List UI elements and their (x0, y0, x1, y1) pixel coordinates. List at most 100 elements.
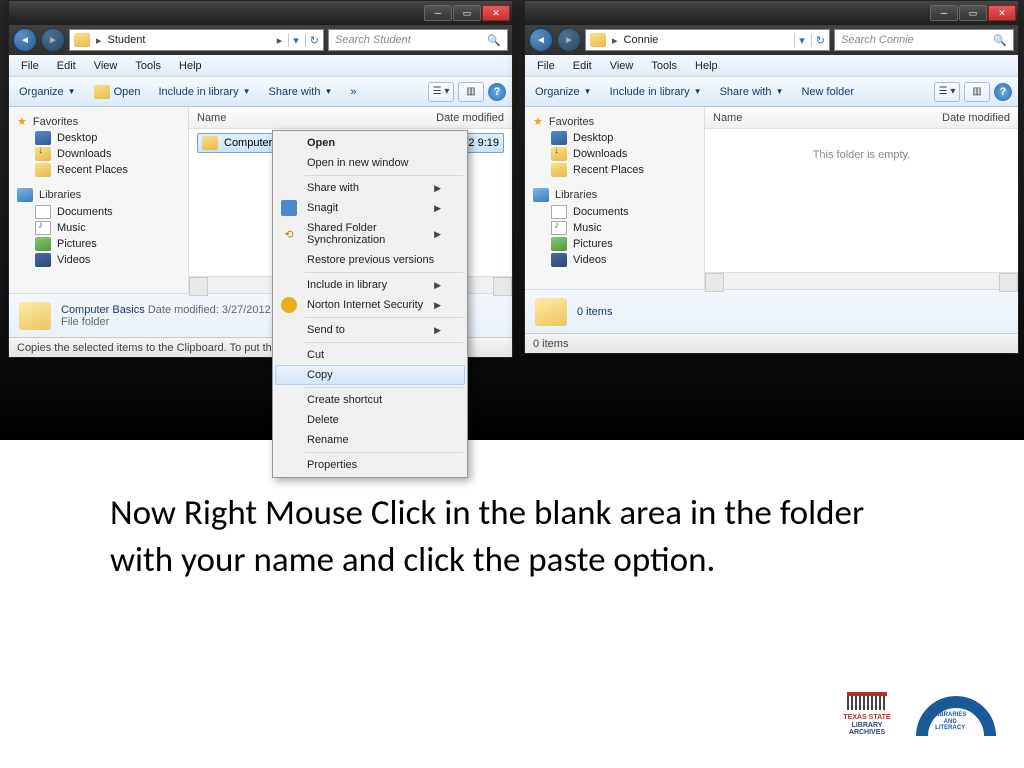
menu-tools[interactable]: Tools (643, 58, 685, 74)
file-list-pane[interactable]: Name Date modified This folder is empty. (705, 107, 1018, 289)
context-snagit[interactable]: Snagit▶ (275, 198, 465, 218)
column-headers[interactable]: Name Date modified (705, 107, 1018, 129)
instruction-text: Now Right Mouse Click in the blank area … (110, 490, 914, 585)
context-menu: Open Open in new window Share with▶ Snag… (272, 130, 468, 478)
horizontal-scrollbar[interactable] (705, 272, 1018, 289)
sidebar-favorites-header[interactable]: ★Favorites (17, 113, 180, 130)
context-include-library[interactable]: Include in library▶ (275, 275, 465, 295)
minimize-button[interactable]: ─ (424, 5, 452, 21)
toolbar-overflow[interactable]: » (346, 84, 360, 100)
address-bar[interactable]: ▸ Student ▸ ▾ ↻ (69, 29, 324, 51)
breadcrumb-arrow-icon[interactable]: ▸ (277, 34, 283, 47)
titlebar[interactable]: ─ ▭ ✕ (9, 1, 512, 25)
search-icon: 🔍 (993, 34, 1007, 47)
context-open[interactable]: Open (275, 133, 465, 153)
context-copy[interactable]: Copy (275, 365, 465, 385)
context-share-with[interactable]: Share with▶ (275, 178, 465, 198)
context-norton[interactable]: Norton Internet Security▶ (275, 295, 465, 315)
view-mode-button[interactable]: ☰ ▾ (428, 82, 454, 102)
back-button[interactable]: ◄ (529, 28, 553, 52)
column-date[interactable]: Date modified (910, 112, 1010, 124)
sidebar-item-downloads[interactable]: Downloads (533, 146, 696, 162)
sidebar-item-documents[interactable]: Documents (17, 204, 180, 220)
open-icon (94, 85, 110, 99)
recent-icon (551, 163, 567, 177)
sidebar-item-downloads[interactable]: Downloads (17, 146, 180, 162)
status-text: Copies the selected items to the Clipboa… (17, 342, 299, 354)
sidebar-item-desktop[interactable]: Desktop (533, 130, 696, 146)
sidebar-item-documents[interactable]: Documents (533, 204, 696, 220)
nav-sidebar: ★Favorites Desktop Downloads Recent Plac… (525, 107, 705, 289)
menu-help[interactable]: Help (687, 58, 726, 74)
menu-view[interactable]: View (602, 58, 642, 74)
maximize-button[interactable]: ▭ (453, 5, 481, 21)
context-properties[interactable]: Properties (275, 455, 465, 475)
menu-edit[interactable]: Edit (49, 58, 84, 74)
maximize-button[interactable]: ▭ (959, 5, 987, 21)
column-name[interactable]: Name (713, 112, 910, 124)
sidebar-item-videos[interactable]: Videos (17, 252, 180, 268)
close-button[interactable]: ✕ (988, 5, 1016, 21)
include-library-button[interactable]: Include in library ▼ (606, 84, 706, 100)
sidebar-item-desktop[interactable]: Desktop (17, 130, 180, 146)
context-open-new-window[interactable]: Open in new window (275, 153, 465, 173)
menu-view[interactable]: View (86, 58, 126, 74)
preview-pane-button[interactable]: ▥ (458, 82, 484, 102)
include-library-button[interactable]: Include in library ▼ (154, 84, 254, 100)
preview-pane-button[interactable]: ▥ (964, 82, 990, 102)
sidebar-item-music[interactable]: Music (17, 220, 180, 236)
organize-button[interactable]: Organize ▼ (15, 84, 80, 100)
context-send-to[interactable]: Send to▶ (275, 320, 465, 340)
share-with-button[interactable]: Share with ▼ (265, 84, 337, 100)
menu-separator (305, 387, 463, 388)
forward-button[interactable]: ► (557, 28, 581, 52)
help-button[interactable]: ? (994, 83, 1012, 101)
forward-button[interactable]: ► (41, 28, 65, 52)
column-name[interactable]: Name (197, 112, 404, 124)
back-button[interactable]: ◄ (13, 28, 37, 52)
open-button[interactable]: Open (90, 83, 145, 101)
titlebar[interactable]: ─ ▭ ✕ (525, 1, 1018, 25)
context-cut[interactable]: Cut (275, 345, 465, 365)
search-input[interactable]: Search Student 🔍 (328, 29, 508, 51)
libraries-literacy-logo: LIBRARIESANDLITERACY (916, 696, 996, 750)
refresh-icon[interactable]: ↻ (811, 34, 825, 47)
menu-tools[interactable]: Tools (127, 58, 169, 74)
search-input[interactable]: Search Connie 🔍 (834, 29, 1014, 51)
column-date[interactable]: Date modified (404, 112, 504, 124)
context-rename[interactable]: Rename (275, 430, 465, 450)
context-create-shortcut[interactable]: Create shortcut (275, 390, 465, 410)
sidebar-favorites-header[interactable]: ★Favorites (533, 113, 696, 130)
menu-file[interactable]: File (529, 58, 563, 74)
context-shared-folder-sync[interactable]: ⟲Shared Folder Synchronization▶ (275, 218, 465, 250)
sidebar-item-recent[interactable]: Recent Places (533, 162, 696, 178)
share-with-button[interactable]: Share with ▼ (716, 84, 788, 100)
close-button[interactable]: ✕ (482, 5, 510, 21)
submenu-arrow-icon: ▶ (434, 325, 441, 336)
column-headers[interactable]: Name Date modified (189, 107, 512, 129)
address-dropdown-icon[interactable]: ▾ (288, 34, 299, 47)
sidebar-item-pictures[interactable]: Pictures (17, 236, 180, 252)
address-dropdown-icon[interactable]: ▾ (794, 34, 805, 47)
search-placeholder: Search Student (335, 34, 411, 46)
view-mode-button[interactable]: ☰ ▾ (934, 82, 960, 102)
sidebar-item-recent[interactable]: Recent Places (17, 162, 180, 178)
sidebar-libraries-header[interactable]: Libraries (533, 186, 696, 204)
new-folder-button[interactable]: New folder (797, 84, 858, 100)
pictures-icon (551, 237, 567, 251)
refresh-icon[interactable]: ↻ (305, 34, 319, 47)
context-restore-versions[interactable]: Restore previous versions (275, 250, 465, 270)
menu-edit[interactable]: Edit (565, 58, 600, 74)
minimize-button[interactable]: ─ (930, 5, 958, 21)
menu-help[interactable]: Help (171, 58, 210, 74)
context-delete[interactable]: Delete (275, 410, 465, 430)
norton-icon (281, 297, 297, 313)
organize-button[interactable]: Organize ▼ (531, 84, 596, 100)
sidebar-item-pictures[interactable]: Pictures (533, 236, 696, 252)
sidebar-item-music[interactable]: Music (533, 220, 696, 236)
menu-file[interactable]: File (13, 58, 47, 74)
help-button[interactable]: ? (488, 83, 506, 101)
address-bar[interactable]: ▸ Connie ▾ ↻ (585, 29, 830, 51)
sidebar-libraries-header[interactable]: Libraries (17, 186, 180, 204)
sidebar-item-videos[interactable]: Videos (533, 252, 696, 268)
